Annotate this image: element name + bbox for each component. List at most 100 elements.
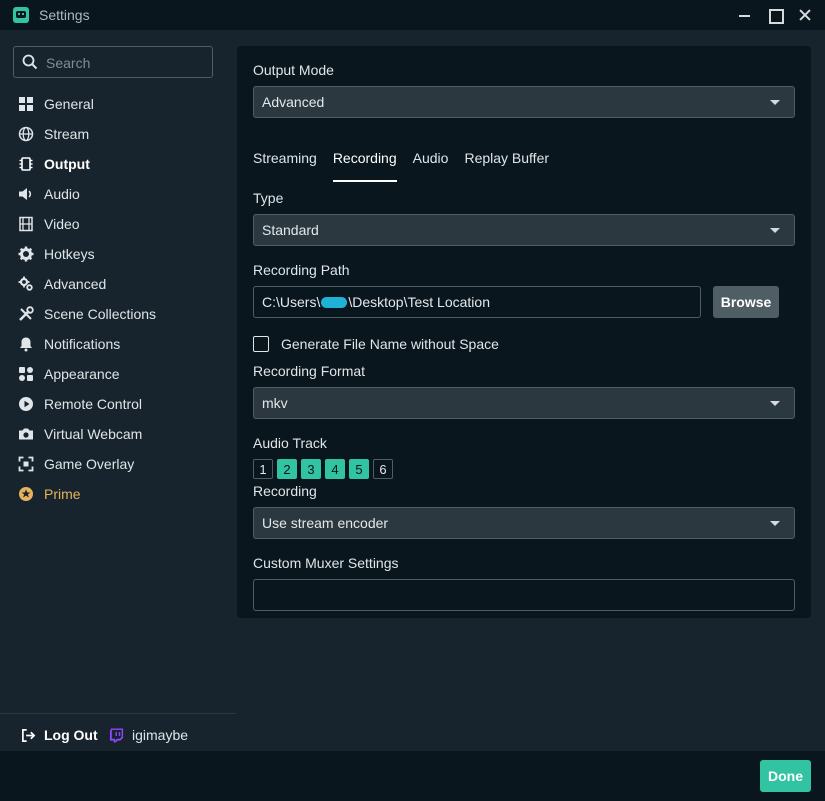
- tab-audio[interactable]: Audio: [413, 146, 449, 182]
- sidebar-item-label: Hotkeys: [44, 246, 95, 262]
- recording-path-label: Recording Path: [253, 262, 350, 278]
- chevron-down-icon: [770, 401, 780, 406]
- palette-icon: [19, 367, 33, 381]
- gears-icon: [18, 276, 33, 291]
- chevron-down-icon: [770, 100, 780, 105]
- chip-icon: [19, 157, 33, 171]
- minimize-button[interactable]: [735, 5, 755, 25]
- gear-icon: [18, 246, 34, 262]
- expand-icon: [18, 456, 34, 472]
- type-select[interactable]: Standard: [253, 214, 795, 246]
- audio-track-6[interactable]: 6: [373, 459, 393, 479]
- sidebar-item-hotkeys[interactable]: Hotkeys: [0, 239, 236, 269]
- chevron-down-icon: [770, 228, 780, 233]
- speaker-icon: [19, 188, 32, 200]
- sidebar-item-remote-control[interactable]: Remote Control: [0, 389, 236, 419]
- done-button[interactable]: Done: [760, 760, 811, 792]
- sidebar-item-video[interactable]: Video: [0, 209, 236, 239]
- tab-replay-buffer[interactable]: Replay Buffer: [464, 146, 549, 182]
- camera-icon: [19, 428, 33, 440]
- tab-streaming[interactable]: Streaming: [253, 146, 317, 182]
- sidebar-item-notifications[interactable]: Notifications: [0, 329, 236, 359]
- type-label: Type: [253, 190, 284, 206]
- custom-muxer-label: Custom Muxer Settings: [253, 555, 399, 571]
- redacted-username: [321, 297, 348, 308]
- sidebar-item-label: Advanced: [44, 276, 107, 292]
- generate-filename-label: Generate File Name without Space: [281, 336, 499, 352]
- search-input[interactable]: [46, 53, 206, 73]
- recording-path-prefix: C:\Users\: [262, 294, 321, 310]
- audio-track-1[interactable]: 1: [253, 459, 273, 479]
- browse-button[interactable]: Browse: [713, 286, 779, 318]
- film-icon: [19, 216, 33, 232]
- search-icon: [22, 54, 38, 70]
- prime-icon: [19, 487, 33, 501]
- audio-track-4[interactable]: 4: [325, 459, 345, 479]
- recording-path-value: C:\Users\ \Desktop\Test Location: [262, 294, 490, 310]
- maximize-button[interactable]: [765, 5, 785, 25]
- sidebar-item-advanced[interactable]: Advanced: [0, 269, 236, 299]
- sidebar-item-label: Game Overlay: [44, 456, 135, 472]
- settings-nav: General Stream Output Audio Video Hotkey…: [0, 89, 236, 509]
- sidebar-item-prime[interactable]: Prime: [0, 479, 236, 509]
- recording-encoder-value: Use stream encoder: [262, 515, 389, 531]
- output-mode-select[interactable]: Advanced: [253, 86, 795, 118]
- tab-recording[interactable]: Recording: [332, 146, 397, 182]
- sidebar-item-label: Audio: [44, 186, 80, 202]
- sidebar-item-virtual-webcam[interactable]: Virtual Webcam: [0, 419, 236, 449]
- search-box: [13, 46, 213, 78]
- generate-filename-checkbox[interactable]: [253, 336, 269, 352]
- sidebar-item-label: Scene Collections: [44, 306, 157, 322]
- app-logo-icon: [13, 7, 29, 23]
- sidebar-item-scene-collections[interactable]: Scene Collections: [0, 299, 236, 329]
- audio-track-selector: 1 2 3 4 5 6: [253, 459, 397, 479]
- sidebar-item-appearance[interactable]: Appearance: [0, 359, 236, 389]
- sidebar-divider: [0, 713, 236, 714]
- window-title: Settings: [39, 7, 90, 23]
- sidebar-item-general[interactable]: General: [0, 89, 236, 119]
- play-circle-icon: [19, 397, 33, 411]
- sidebar-item-label: Notifications: [44, 336, 121, 352]
- sidebar-item-game-overlay[interactable]: Game Overlay: [0, 449, 236, 479]
- twitch-icon: [109, 728, 124, 743]
- type-value: Standard: [262, 222, 319, 238]
- output-mode-value: Advanced: [262, 94, 325, 110]
- sidebar-item-label: General: [44, 96, 94, 112]
- audio-track-5[interactable]: 5: [349, 459, 369, 479]
- audio-track-3[interactable]: 3: [301, 459, 321, 479]
- recording-path-suffix: \Desktop\Test Location: [348, 294, 490, 310]
- username: igimaybe: [132, 727, 189, 743]
- sidebar-item-label: Virtual Webcam: [44, 426, 143, 442]
- sidebar-item-output[interactable]: Output: [0, 149, 236, 179]
- recording-encoder-label: Recording: [253, 483, 317, 499]
- account-info: igimaybe: [109, 727, 188, 743]
- recording-format-select[interactable]: mkv: [253, 387, 795, 419]
- output-tabs: Streaming Recording Audio Replay Buffer: [253, 146, 565, 182]
- grid-icon: [19, 97, 33, 111]
- sidebar-item-label: Output: [44, 156, 90, 172]
- footer-bar: Done: [0, 751, 825, 801]
- sidebar-item-label: Prime: [44, 486, 81, 502]
- sidebar-item-label: Video: [44, 216, 80, 232]
- globe-icon: [18, 126, 34, 142]
- generate-filename-option[interactable]: Generate File Name without Space: [253, 336, 499, 352]
- close-button[interactable]: [795, 5, 815, 25]
- sidebar-item-label: Appearance: [44, 366, 120, 382]
- logout-label: Log Out: [44, 727, 98, 743]
- sidebar-item-label: Stream: [44, 126, 90, 142]
- sidebar: General Stream Output Audio Video Hotkey…: [0, 30, 236, 751]
- tools-icon: [19, 306, 34, 321]
- custom-muxer-input[interactable]: [253, 579, 795, 611]
- audio-track-label: Audio Track: [253, 435, 327, 451]
- sidebar-item-audio[interactable]: Audio: [0, 179, 236, 209]
- title-bar: Settings: [0, 0, 825, 30]
- output-mode-label: Output Mode: [253, 62, 334, 78]
- recording-encoder-select[interactable]: Use stream encoder: [253, 507, 795, 539]
- recording-format-value: mkv: [262, 395, 288, 411]
- recording-path-input[interactable]: C:\Users\ \Desktop\Test Location: [253, 286, 701, 318]
- output-settings-panel: Output Mode Advanced Streaming Recording…: [237, 46, 811, 618]
- audio-track-2[interactable]: 2: [277, 459, 297, 479]
- sidebar-item-stream[interactable]: Stream: [0, 119, 236, 149]
- logout-icon: [22, 728, 36, 742]
- logout-button[interactable]: Log Out: [21, 727, 98, 743]
